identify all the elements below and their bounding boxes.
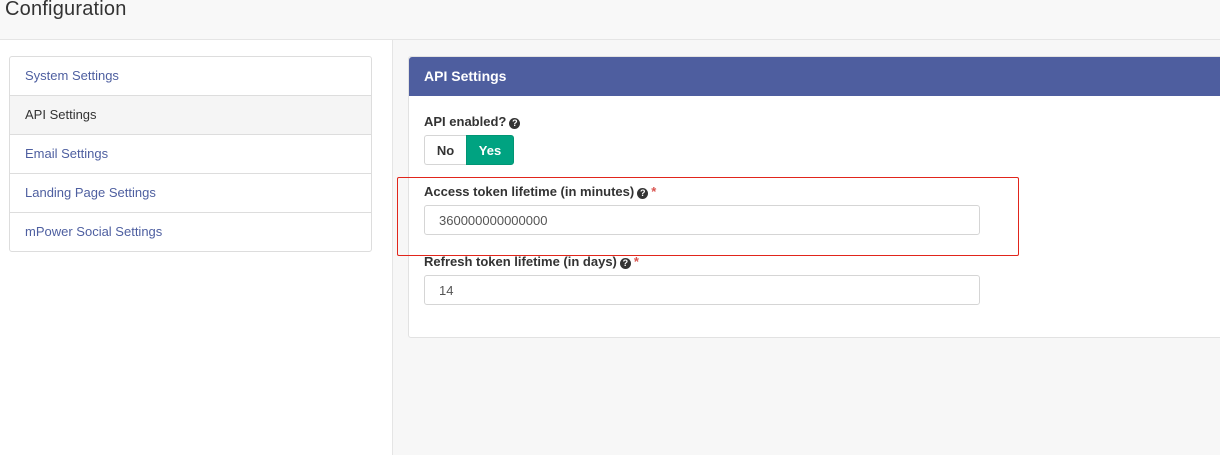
sidebar-item-api-settings[interactable]: API Settings <box>10 96 371 135</box>
api-enabled-yes-button[interactable]: Yes <box>466 135 514 165</box>
refresh-token-label: Refresh token lifetime (in days)? * <box>424 254 639 269</box>
required-asterisk: * <box>633 254 639 269</box>
page-header: Configuration <box>0 0 1220 40</box>
access-token-label: Access token lifetime (in minutes)? * <box>424 184 656 199</box>
sidebar-item-landing-page-settings[interactable]: Landing Page Settings <box>10 174 371 213</box>
api-enabled-label-text: API enabled? <box>424 114 507 129</box>
api-settings-panel: API Settings API enabled?? No Yes Access… <box>408 56 1220 338</box>
sidebar-item-system-settings[interactable]: System Settings <box>10 57 371 96</box>
api-enabled-no-button[interactable]: No <box>424 135 466 165</box>
refresh-token-label-text: Refresh token lifetime (in days) <box>424 254 617 269</box>
sidebar-item-email-settings[interactable]: Email Settings <box>10 135 371 174</box>
question-circle-icon[interactable]: ? <box>509 118 521 129</box>
main-content: API Settings API enabled?? No Yes Access… <box>393 40 1220 455</box>
api-enabled-label: API enabled?? <box>424 114 521 129</box>
access-token-lifetime-input[interactable] <box>424 205 980 235</box>
refresh-token-lifetime-input[interactable] <box>424 275 980 305</box>
settings-menu: System Settings API Settings Email Setti… <box>9 56 372 252</box>
access-token-label-text: Access token lifetime (in minutes) <box>424 184 635 199</box>
sidebar: System Settings API Settings Email Setti… <box>0 40 393 455</box>
sidebar-item-mpower-social-settings[interactable]: mPower Social Settings <box>10 213 371 251</box>
api-enabled-toggle: No Yes <box>424 135 514 165</box>
required-asterisk: * <box>651 184 657 199</box>
question-circle-icon[interactable]: ? <box>637 188 649 199</box>
page-title: Configuration <box>5 0 127 20</box>
panel-title: API Settings <box>409 57 1220 96</box>
question-circle-icon[interactable]: ? <box>619 258 631 269</box>
